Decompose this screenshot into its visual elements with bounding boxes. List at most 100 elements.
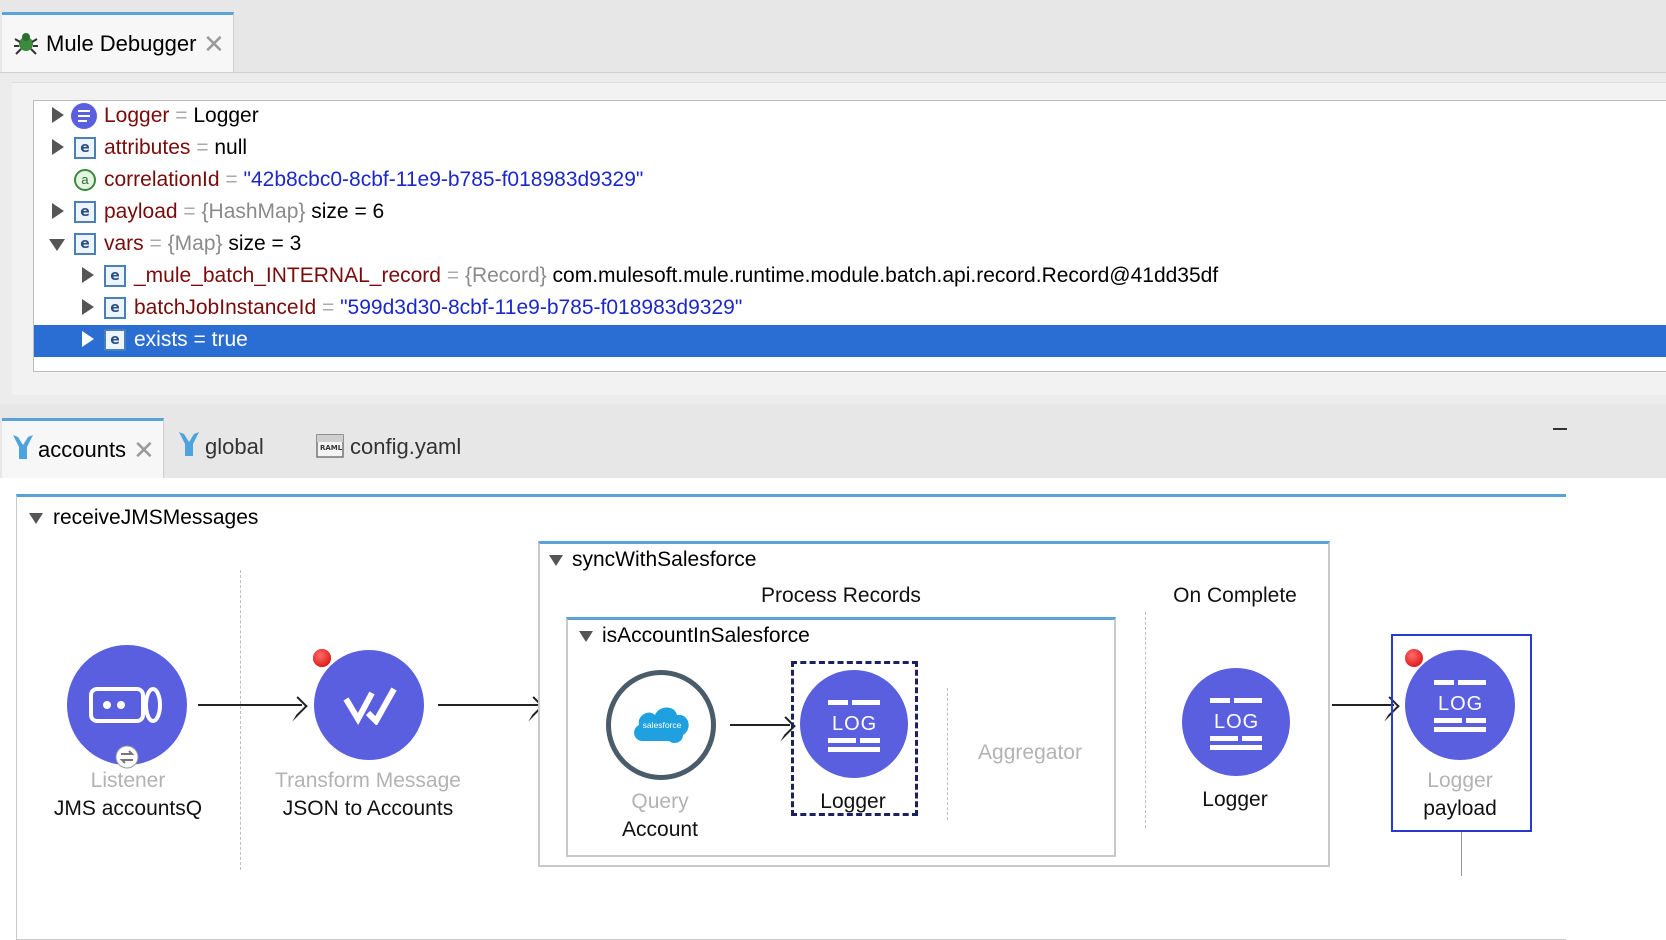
var-name: exists [134,328,188,351]
expand-triangle-icon[interactable] [82,267,94,283]
expand-triangle-icon[interactable] [52,107,64,123]
breakpoint-icon[interactable] [1405,649,1423,667]
batch-step-name: isAccountInSalesforce [602,624,810,647]
listener-node[interactable] [67,645,187,769]
transform-type: Transform Message [275,769,461,792]
tab-label: accounts [38,437,127,462]
breakpoint-marker [313,649,331,667]
var-name: _mule_batch_INTERNAL_record [134,264,441,287]
element-icon: e [74,201,96,223]
on-complete-separator [1145,612,1146,828]
tab-global[interactable]: global [170,418,280,478]
tab-label: config.yaml [350,434,462,459]
tab-mule-debugger[interactable]: Mule Debugger ✕ [2,12,234,72]
svg-text:RAML: RAML [320,444,343,452]
debugger-tab-strip [0,0,1666,73]
flow-arrow [1332,704,1394,706]
mule-icon [179,432,199,456]
var-type: {HashMap} [201,200,306,223]
on-complete-label: On Complete [1173,584,1297,607]
collapse-triangle-icon[interactable] [49,239,65,251]
flow-name: receiveJMSMessages [53,506,259,529]
var-name: attributes [104,136,191,159]
view-menu-icon[interactable] [1553,428,1567,430]
expand-triangle-icon[interactable] [82,299,94,315]
log-icon: LOG [1214,711,1260,733]
tree-row-batchjobinstanceid[interactable]: e batchJobInstanceId = "599d3d30-8cbf-11… [34,293,1666,325]
process-records-label: Process Records [761,584,921,607]
tab-accounts[interactable]: accounts ✕ [2,418,164,478]
salesforce-query-node[interactable]: salesforce [606,670,716,780]
query-type: Query [631,790,689,813]
tree-row-logger[interactable]: Logger = Logger [34,101,1666,133]
tree-row-vars[interactable]: e vars = {Map} size = 3 [34,229,1666,261]
connector-line [1461,832,1462,876]
aggregator-label[interactable]: Aggregator [955,741,1105,765]
var-name: Logger [104,104,170,127]
exchange-badge-icon [115,745,139,769]
var-value: Logger [193,104,259,127]
listener-label: JMS accountsQ [53,797,203,820]
salesforce-cloud-icon: salesforce [634,707,689,743]
var-name: correlationId [104,168,220,191]
svg-text:salesforce: salesforce [643,720,682,730]
var-value: "599d3d30-8cbf-11e9-b785-f018983d9329" [340,296,743,319]
var-value: size = 6 [311,200,385,223]
listener-type: Listener [90,769,166,792]
collapse-triangle-icon[interactable] [549,555,563,566]
flow-arrow [438,704,538,706]
flow-arrow [730,724,790,726]
final-logger-type: Logger [1427,769,1493,792]
element-icon: e [104,265,126,287]
collapse-triangle-icon[interactable] [29,513,43,524]
tree-row-mule-batch-internal-record[interactable]: e _mule_batch_INTERNAL_record = {Record}… [34,261,1666,293]
source-separator [240,570,241,870]
close-icon[interactable]: ✕ [203,29,225,60]
element-icon: e [74,233,96,255]
tree-row-correlationid[interactable]: a correlationId = "42b8cbc0-8cbf-11e9-b7… [34,165,1666,197]
final-logger-label: payload [1423,797,1497,820]
transform-label: JSON to Accounts [282,797,454,820]
tab-config-yaml[interactable]: RAML config.yaml [312,418,482,478]
attribute-icon: a [74,169,96,191]
var-value: null [214,136,248,159]
batch-job-name: syncWithSalesforce [572,548,757,571]
element-icon: e [104,329,126,351]
aggregator-separator [947,688,948,820]
var-name: payload [104,200,178,223]
var-value: "42b8cbc0-8cbf-11e9-b785-f018983d9329" [243,168,644,191]
tree-row-exists[interactable]: e exists = true [34,325,1666,357]
var-type: {Map} [167,232,223,255]
var-value: true [211,328,248,351]
bug-icon [14,33,38,55]
on-complete-logger-label: Logger [1202,788,1268,811]
tree-row-payload[interactable]: e payload = {HashMap} size = 6 [34,197,1666,229]
close-icon[interactable]: ✕ [133,435,155,466]
flow-arrow [198,704,302,706]
tree-row-attributes[interactable]: e attributes = null [34,133,1666,165]
collapse-triangle-icon[interactable] [579,631,593,642]
var-value: size = 3 [228,232,302,255]
var-type: {Record} [464,264,547,287]
step-logger-node[interactable]: LOG [800,670,908,778]
final-logger-node[interactable]: LOG [1405,650,1515,760]
logger-icon [71,103,97,129]
log-icon: LOG [1438,693,1484,715]
mule-icon [13,435,33,459]
raml-file-icon: RAML [316,434,344,458]
var-name: vars [104,232,144,255]
on-complete-logger-node[interactable]: LOG [1182,668,1290,776]
expand-triangle-icon[interactable] [52,139,64,155]
var-name: batchJobInstanceId [134,296,317,319]
transform-icon [343,687,397,725]
expand-triangle-icon[interactable] [52,203,64,219]
jms-listener-icon [89,687,162,723]
tab-label: Mule Debugger [46,31,197,56]
expand-triangle-icon[interactable] [82,331,94,347]
transform-message-node[interactable] [314,650,424,760]
var-value: com.mulesoft.mule.runtime.module.batch.a… [552,264,1219,287]
tab-label: global [205,434,264,459]
element-icon: e [104,297,126,319]
log-icon: LOG [832,713,878,735]
step-logger-label: Logger [820,790,886,813]
